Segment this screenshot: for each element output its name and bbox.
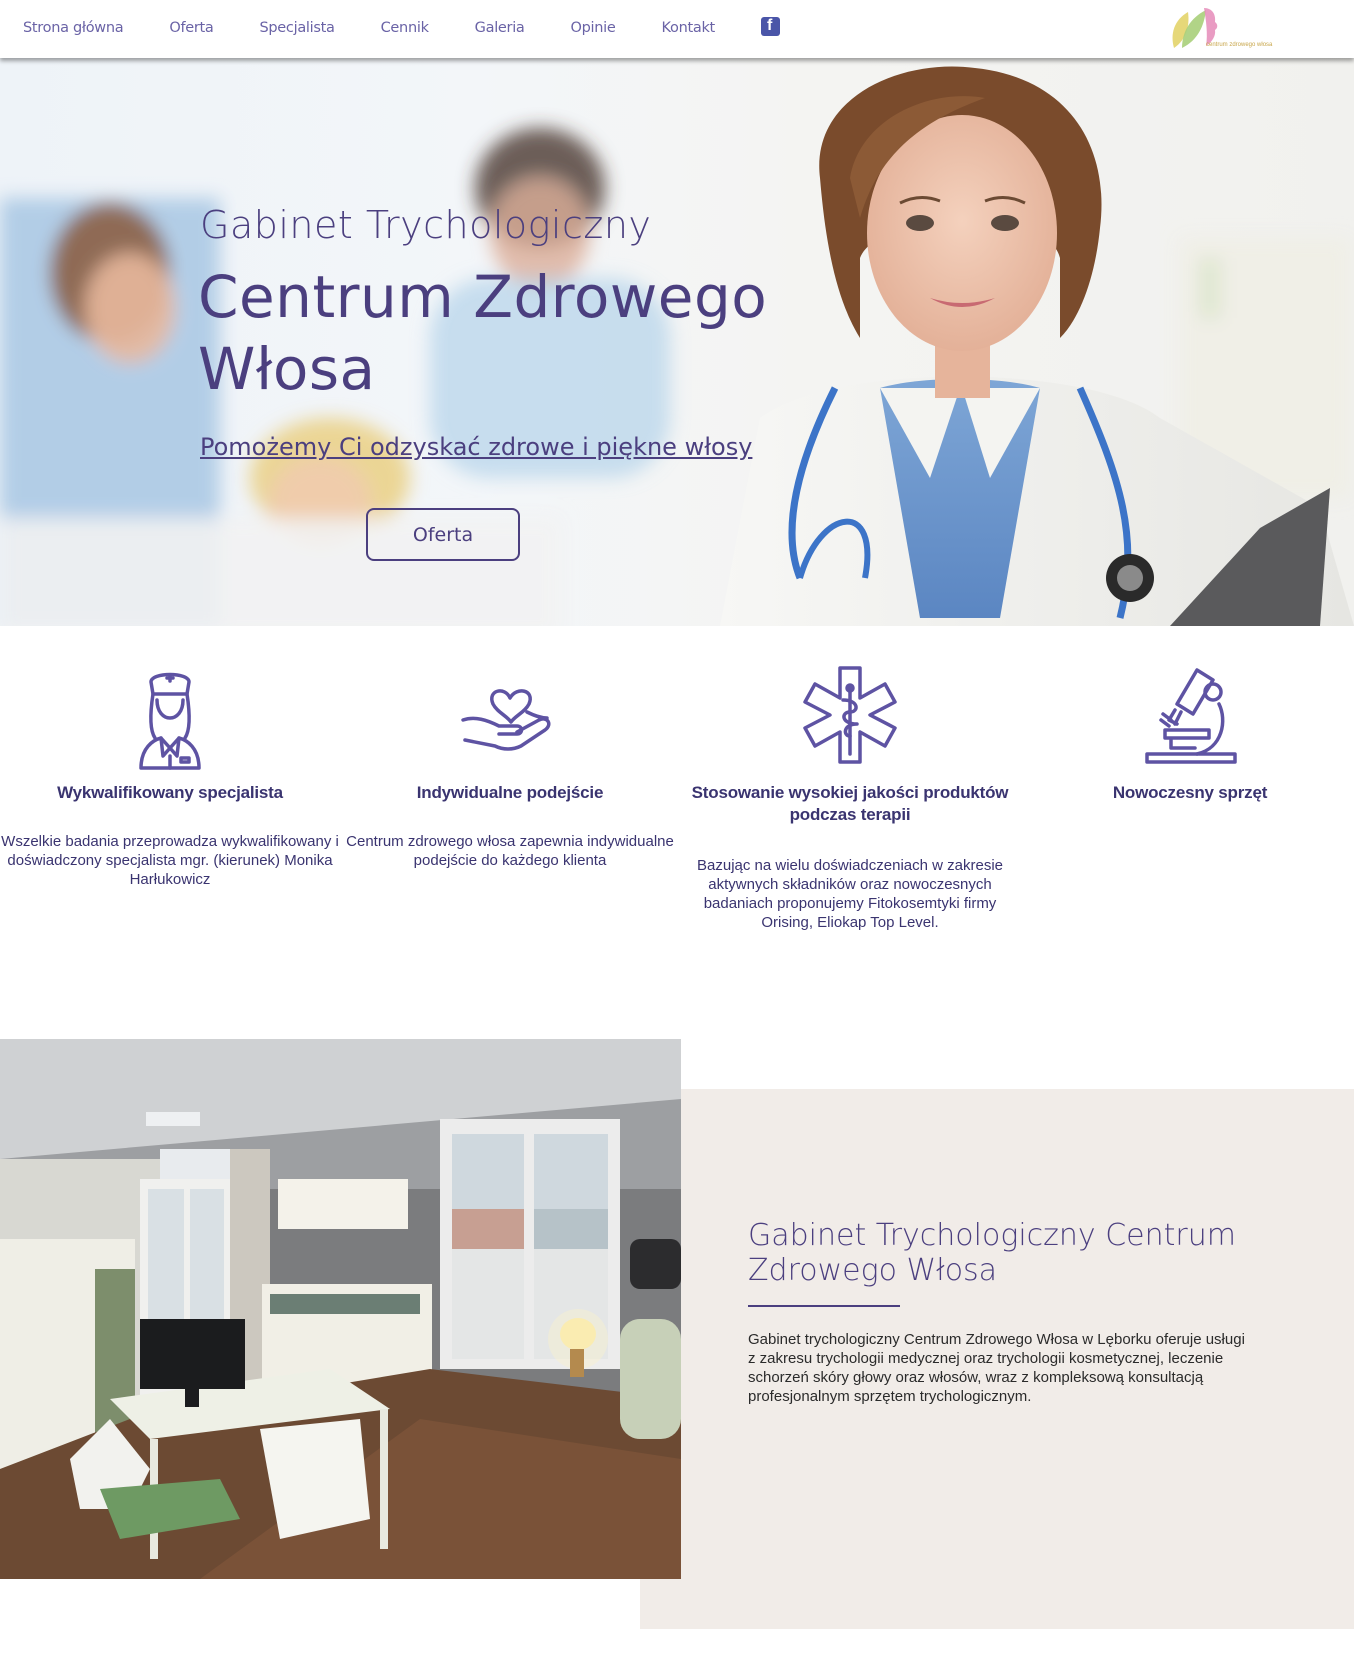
nav-item-offer[interactable]: Oferta: [169, 20, 213, 36]
feature-individual: Indywidualne podejście Centrum zdrowego …: [340, 660, 680, 870]
nav-item-home[interactable]: Strona główna: [23, 20, 124, 36]
feature-text: Wszelkie badania przeprowadza wykwalifik…: [1, 833, 339, 888]
nav-item-prices[interactable]: Cennik: [381, 20, 429, 36]
hero-title: Gabinet Trychologiczny: [200, 203, 652, 247]
site-logo[interactable]: centrum zdrowego włosa: [1168, 4, 1288, 54]
nurse-icon: [139, 672, 201, 770]
hero-tagline-link[interactable]: Pomożemy Ci odzyskać zdrowe i piękne wło…: [200, 433, 752, 461]
feature-title: Stosowanie wysokiej jakości produktów po…: [691, 783, 1009, 824]
about-title: Gabinet Trychologiczny Centrum Zdrowego …: [748, 1218, 1236, 1288]
medical-star-icon: [803, 666, 897, 764]
feature-text: Centrum zdrowego włosa zapewnia indywidu…: [346, 833, 674, 869]
nav-links: Strona główna Oferta Specjalista Cennik …: [23, 0, 780, 56]
hero-banner: Gabinet Trychologiczny Centrum Zdrowego …: [0, 58, 1354, 626]
hero-heading: Centrum Zdrowego Włosa: [198, 263, 768, 403]
about-text: Gabinet trychologiczny Centrum Zdrowego …: [748, 1331, 1245, 1405]
clinic-interior-image: [0, 1039, 681, 1579]
microscope-icon: [1145, 668, 1237, 764]
features-section: Wykwalifikowany specjalista Wszelkie bad…: [0, 660, 1354, 960]
hero-offer-button[interactable]: Oferta: [366, 508, 520, 561]
feature-equipment: Nowoczesny sprzęt: [1020, 660, 1354, 804]
feature-title: Nowoczesny sprzęt: [1112, 783, 1268, 802]
clinic-photo: [0, 1039, 681, 1579]
facebook-icon[interactable]: f: [760, 16, 780, 36]
logo-text: centrum zdrowego włosa: [1206, 42, 1273, 48]
feature-specialist: Wykwalifikowany specjalista Wszelkie bad…: [0, 660, 340, 889]
about-divider: [748, 1305, 900, 1307]
nav-item-contact[interactable]: Kontakt: [662, 20, 716, 36]
nav-item-reviews[interactable]: Opinie: [571, 20, 616, 36]
feature-text: Bazując na wielu doświadczeniach w zakre…: [697, 857, 1003, 931]
feature-products: Stosowanie wysokiej jakości produktów po…: [680, 660, 1020, 932]
nav-item-gallery[interactable]: Galeria: [475, 20, 525, 36]
feature-title: Indywidualne podejście: [416, 783, 604, 802]
facebook-glyph: f: [766, 16, 773, 34]
feature-title: Wykwalifikowany specjalista: [57, 783, 283, 802]
top-nav: Strona główna Oferta Specjalista Cennik …: [0, 0, 1354, 58]
nav-item-specialist[interactable]: Specjalista: [260, 20, 335, 36]
heart-hand-icon: [461, 689, 551, 751]
